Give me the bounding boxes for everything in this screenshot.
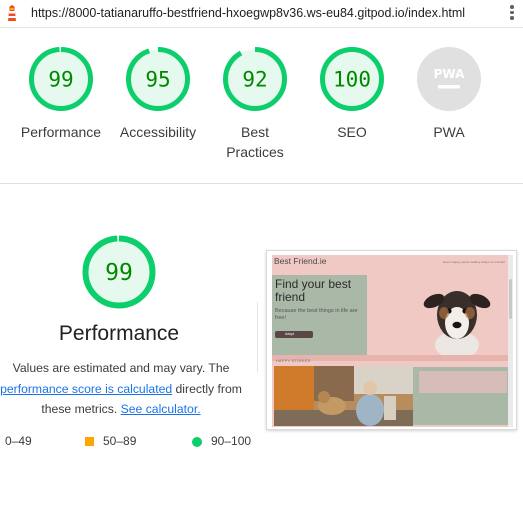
screenshot-story-text-block — [419, 371, 507, 393]
gauge-performance[interactable]: 99 Performance — [11, 46, 111, 142]
screenshot-hero-subtitle: Because the best things in life are free… — [275, 308, 358, 321]
performance-section: 99 Performance Values are estimated and … — [0, 184, 523, 511]
pwa-badge-text: PWA — [434, 67, 465, 81]
screenshot-nav: Home Happy stories Gallery Adopt me Cont… — [442, 260, 505, 264]
screenshot-page: Best Friend.ie Home Happy stories Galler… — [272, 255, 513, 427]
screenshot-adopt-button: Adopt — [275, 331, 313, 338]
pass-circle-icon — [192, 436, 202, 447]
story-photo-image — [274, 366, 413, 426]
dog-photo-image — [423, 291, 491, 357]
performance-big-score: 99 — [105, 260, 133, 286]
gauge-label-seo: SEO — [337, 124, 367, 140]
see-calculator-link[interactable]: See calculator. — [121, 402, 201, 416]
performance-description: Values are estimated and may vary. The p… — [0, 358, 254, 420]
top-bar: https://8000-tatianaruffo-bestfriend-hxo… — [0, 0, 523, 28]
gauge-seo[interactable]: 100 SEO — [302, 46, 402, 142]
performance-big-gauge: 99 — [82, 235, 156, 309]
page-url[interactable]: https://8000-tatianaruffo-bestfriend-hxo… — [31, 6, 465, 20]
legend-pass: 90–100 — [192, 434, 251, 448]
performance-gauge-ring: 99 — [29, 47, 93, 111]
best-practices-score: 92 — [242, 68, 267, 92]
screenshot-hero-title: Find your best friend — [275, 277, 352, 304]
legend-fail-range: 0–49 — [5, 434, 32, 448]
final-screenshot-thumbnail[interactable]: Best Friend.ie Home Happy stories Galler… — [266, 250, 517, 430]
score-gauges: 99 Performance 95 Accessibility 92 Best … — [0, 28, 523, 184]
performance-score: 99 — [48, 68, 73, 92]
legend-average-range: 50–89 — [103, 434, 137, 448]
gauge-accessibility[interactable]: 95 Accessibility — [108, 46, 208, 142]
screenshot-hero-panel: Find your best friend Because the best t… — [272, 275, 367, 355]
lighthouse-logo-icon — [8, 5, 16, 21]
screenshot-stories-label: HAPPY STORIES — [276, 359, 311, 363]
more-options-icon[interactable] — [509, 5, 515, 23]
screenshot-brand: Best Friend.ie — [274, 256, 327, 266]
legend-pass-range: 90–100 — [211, 434, 252, 448]
gauge-label-accessibility: Accessibility — [119, 124, 197, 140]
gauge-label-best-practices: Best Practices — [226, 124, 284, 160]
gauge-label-pwa: PWA — [433, 124, 465, 140]
gauge-label-performance: Performance — [20, 124, 102, 140]
performance-heading: Performance — [58, 322, 180, 345]
accessibility-gauge-ring: 95 — [126, 47, 190, 111]
column-separator — [257, 302, 258, 372]
legend-fail: 0–49 — [0, 434, 32, 448]
gauge-pwa[interactable]: PWA PWA — [399, 46, 499, 142]
desc-text-start: Values are estimated and may vary. The — [12, 361, 230, 375]
seo-score: 100 — [333, 68, 371, 92]
screenshot-story-card — [413, 367, 511, 425]
average-square-icon — [85, 437, 94, 447]
best-practices-gauge-ring: 92 — [223, 47, 287, 111]
screenshot-scroll-thumb — [509, 279, 512, 319]
score-calculated-link[interactable]: performance score is calculated — [0, 382, 172, 396]
gauge-best-practices[interactable]: 92 Best Practices — [205, 46, 305, 162]
accessibility-score: 95 — [145, 68, 170, 92]
pwa-badge-icon: PWA — [417, 47, 481, 111]
seo-gauge-ring: 100 — [320, 47, 384, 111]
legend-average: 50–89 — [85, 434, 136, 448]
